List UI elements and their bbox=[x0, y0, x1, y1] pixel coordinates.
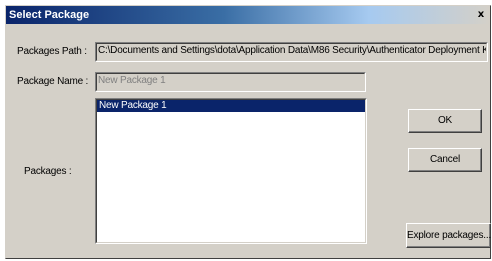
package-name-value: New Package 1 bbox=[98, 75, 166, 86]
packages-path-value: C:\Documents and Settings\dota\Applicati… bbox=[98, 45, 488, 56]
list-item[interactable]: New Package 1 bbox=[97, 100, 365, 112]
package-name-field[interactable]: New Package 1 bbox=[95, 72, 366, 92]
package-name-label: Package Name : bbox=[17, 76, 89, 87]
dialog-title: Select Package bbox=[9, 9, 90, 21]
title-bar[interactable]: Select Package x bbox=[6, 6, 490, 24]
select-package-dialog: Select Package x Packages Path : C:\Docu… bbox=[5, 5, 491, 259]
packages-path-label: Packages Path : bbox=[17, 46, 87, 57]
packages-path-field[interactable]: C:\Documents and Settings\dota\Applicati… bbox=[95, 42, 488, 62]
close-icon[interactable]: x bbox=[474, 8, 488, 21]
ok-button[interactable]: OK bbox=[408, 109, 482, 133]
ok-button-label: OK bbox=[437, 115, 453, 126]
packages-label: Packages : bbox=[24, 166, 72, 177]
packages-listbox[interactable]: New Package 1 bbox=[95, 98, 367, 244]
cancel-button-label: Cancel bbox=[430, 154, 460, 165]
cancel-button[interactable]: Cancel bbox=[408, 148, 482, 172]
explore-packages-button[interactable]: Explore packages... bbox=[406, 223, 491, 248]
explore-packages-button-label: Explore packages... bbox=[407, 230, 492, 241]
packages-listbox-bevel bbox=[96, 99, 366, 243]
